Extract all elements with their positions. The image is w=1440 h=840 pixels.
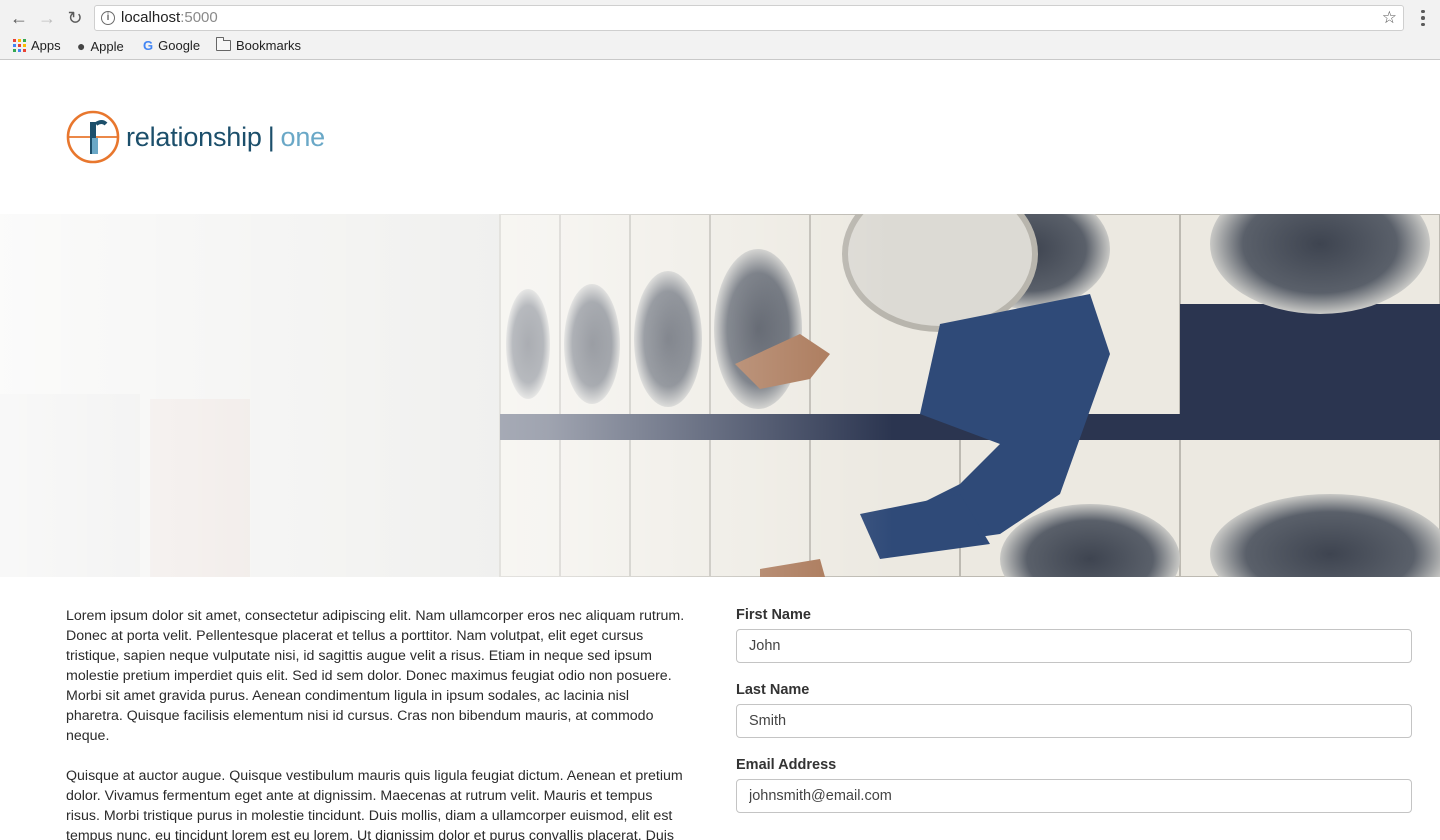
logo-suffix: one xyxy=(280,121,326,152)
site-logo[interactable]: relationship | one xyxy=(66,110,325,164)
bookmark-apps[interactable]: Apps xyxy=(13,38,61,53)
forward-arrow-icon[interactable]: → xyxy=(36,7,58,29)
logo-mark-icon xyxy=(66,110,120,164)
first-name-group: First Name xyxy=(736,607,1412,663)
bookmarks-bar: Apps ● Apple G Google Bookmarks xyxy=(0,36,1440,58)
back-arrow-icon[interactable]: ← xyxy=(8,7,30,29)
email-input[interactable] xyxy=(736,779,1412,813)
bookmark-folder[interactable]: Bookmarks xyxy=(216,37,302,53)
last-name-input[interactable] xyxy=(736,704,1412,738)
url-host: localhost xyxy=(121,9,181,26)
first-name-input[interactable] xyxy=(736,629,1412,663)
url-port: :5000 xyxy=(180,9,218,26)
folder-icon xyxy=(216,37,231,51)
google-icon: G xyxy=(143,38,154,53)
browser-chrome: ← → ↻ i localhost:5000 ☆ Apps ● Apple G … xyxy=(0,0,1440,60)
signup-form: First Name Last Name Email Address xyxy=(736,607,1412,832)
first-name-label: First Name xyxy=(736,607,811,623)
browser-menu-icon[interactable] xyxy=(1418,7,1428,29)
bookmark-label: Apps xyxy=(31,38,61,53)
email-group: Email Address xyxy=(736,757,1412,813)
last-name-label: Last Name xyxy=(736,682,810,698)
email-label: Email Address xyxy=(736,757,837,773)
last-name-group: Last Name xyxy=(736,682,1412,738)
address-bar[interactable]: i localhost:5000 ☆ xyxy=(94,5,1404,31)
browser-toolbar: ← → ↻ i localhost:5000 ☆ xyxy=(0,0,1440,36)
bookmark-label: Google xyxy=(158,38,201,53)
web-page: relationship | one Lorem ipsum dolor sit… xyxy=(0,60,1440,840)
logo-separator: | xyxy=(267,121,275,152)
intro-text: Lorem ipsum dolor sit amet, consectetur … xyxy=(66,606,686,840)
apple-icon: ● xyxy=(77,38,86,54)
info-icon[interactable]: i xyxy=(101,11,115,25)
paragraph: Lorem ipsum dolor sit amet, consectetur … xyxy=(66,608,685,744)
logo-wordmark: relationship | one xyxy=(126,122,325,153)
hero-banner-image xyxy=(0,214,1440,577)
address-url[interactable]: localhost:5000 xyxy=(121,6,218,30)
bookmark-apple[interactable]: ● Apple xyxy=(77,38,124,54)
bookmark-google[interactable]: G Google xyxy=(143,38,200,53)
reload-icon[interactable]: ↻ xyxy=(64,7,86,29)
apps-grid-icon xyxy=(13,39,26,52)
logo-word: relationship xyxy=(126,121,262,152)
bookmark-label: Apple xyxy=(90,38,124,54)
bookmark-label: Bookmarks xyxy=(236,38,302,53)
bookmark-star-icon[interactable]: ☆ xyxy=(1382,6,1397,30)
paragraph: Quisque at auctor augue. Quisque vestibu… xyxy=(66,768,683,840)
